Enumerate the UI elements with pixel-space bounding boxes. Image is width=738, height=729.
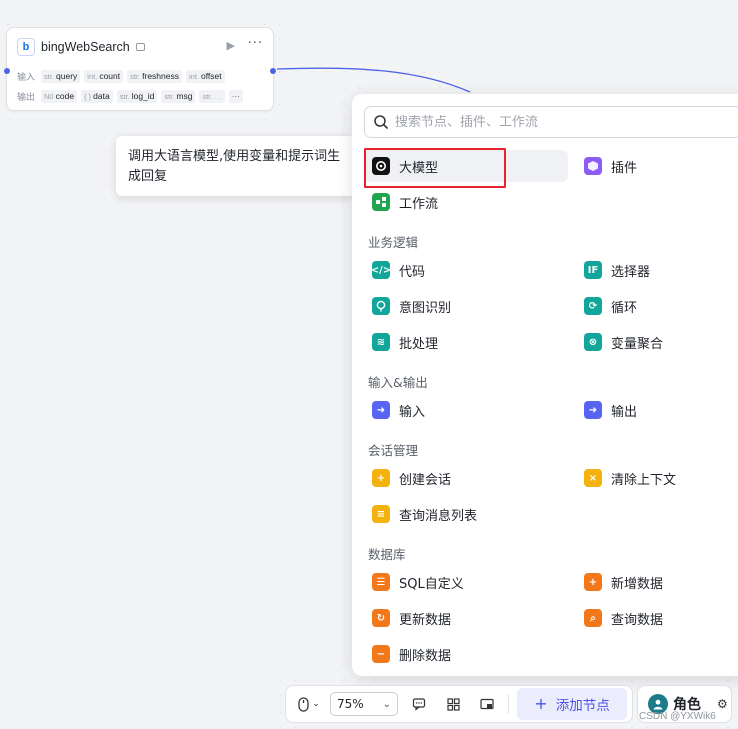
add-data-icon: + [584, 573, 602, 591]
node-item-code[interactable]: </> 代码 [364, 254, 568, 286]
workflow-icon [372, 193, 390, 211]
loop-icon: ⟳ [584, 297, 602, 315]
if-icon: IF [584, 261, 602, 279]
node-item-update-data[interactable]: ↻ 更新数据 [364, 602, 568, 634]
output-icon: ➜ [584, 401, 602, 419]
input-tag-offset: int. offset [185, 69, 225, 83]
node-item-sql-custom[interactable]: ☰ SQL自定义 [364, 566, 568, 598]
query-data-icon: ⌕ [584, 609, 602, 627]
grid-layout-icon [446, 697, 460, 711]
input-label: 输入 [17, 72, 36, 83]
section-title-input-output: 输入&输出 [368, 375, 428, 390]
node-input-port[interactable] [4, 68, 10, 74]
aggregate-icon: ⊗ [584, 333, 602, 351]
llm-highlight-box [364, 148, 506, 188]
output-label: 输出 [17, 92, 36, 103]
minimap-button[interactable] [470, 698, 504, 711]
search-icon [374, 115, 388, 129]
node-more-icon[interactable]: ··· [248, 36, 263, 51]
intent-icon [372, 297, 390, 315]
node-item-clear-context[interactable]: × 清除上下文 [576, 462, 738, 494]
node-item-variable-aggregate[interactable]: ⊗ 变量聚合 [576, 326, 738, 358]
section-title-session-management: 会话管理 [368, 443, 419, 458]
node-output-port[interactable] [270, 68, 276, 74]
zoom-select[interactable]: 75% ⌄ [330, 692, 398, 716]
node-item-query-message-list[interactable]: ≡ 查询消息列表 [364, 498, 568, 530]
code-icon: </> [371, 261, 391, 279]
settings-icon[interactable]: ⚙ [717, 697, 728, 711]
node-item-batch[interactable]: ≋ 批处理 [364, 326, 568, 358]
interaction-mode-button[interactable]: ⌄ [294, 696, 324, 712]
chevron-down-icon: ⌄ [312, 699, 320, 709]
update-data-icon: ↻ [372, 609, 390, 627]
layout-button[interactable] [436, 697, 470, 711]
section-title-database: 数据库 [368, 547, 406, 562]
bing-web-search-node[interactable]: b bingWebSearch ▶ ··· 输入 str. query int. c… [4, 27, 276, 111]
node-inputs-row: 输入 str. query int. count str. freshness int… [17, 69, 265, 83]
plus-icon: + [534, 694, 548, 713]
output-tag-log-id: str. log_id [116, 89, 158, 103]
add-node-panel: 大模型 插件 工作流 业务逻辑 </> 代码 IF 选择器 意图识别 ⟳ 循环 … [352, 94, 738, 676]
node-item-loop[interactable]: ⟳ 循环 [576, 290, 738, 322]
output-tag-data: { } data [81, 89, 113, 103]
node-item-add-data[interactable]: + 新增数据 [576, 566, 738, 598]
message-list-icon: ≡ [372, 505, 390, 523]
node-item-output[interactable]: ➜ 输出 [576, 394, 738, 426]
node-search-input[interactable] [395, 114, 738, 130]
input-tag-count: int. count [84, 69, 124, 83]
node-item-input[interactable]: ➜ 输入 [364, 394, 568, 426]
clear-context-icon: × [584, 469, 602, 487]
zoom-chevron-down-icon: ⌄ [382, 698, 391, 710]
plugin-icon [584, 157, 602, 175]
node-outputs-row: 输出 N0 code { } data str. log_id str. msg str… [17, 89, 265, 103]
node-search-box[interactable] [364, 106, 738, 138]
zoom-value: 75% [337, 697, 364, 711]
node-item-plugin[interactable]: 插件 [576, 150, 738, 182]
batch-icon: ≋ [372, 333, 390, 351]
delete-data-icon: − [372, 645, 390, 663]
toolbar-divider [508, 694, 509, 714]
node-item-create-session[interactable]: + 创建会话 [364, 462, 568, 494]
input-icon: ➜ [372, 401, 390, 419]
node-item-selector[interactable]: IF 选择器 [576, 254, 738, 286]
output-tag-truncated: str.... [199, 89, 225, 103]
comment-icon [412, 698, 426, 711]
section-title-business-logic: 业务逻辑 [368, 235, 419, 250]
add-node-button[interactable]: + 添加节点 [517, 688, 627, 720]
canvas-toolbar: ⌄ 75% ⌄ + 添加节点 [285, 685, 633, 723]
watermark: CSDN @YXWik6 [639, 711, 716, 722]
node-item-delete-data[interactable]: − 删除数据 [364, 638, 568, 670]
output-tag-code: N0 code [41, 89, 78, 103]
node-item-query-data[interactable]: ⌕ 查询数据 [576, 602, 738, 634]
input-tag-freshness: str. freshness [127, 69, 182, 83]
node-item-workflow[interactable]: 工作流 [364, 186, 568, 218]
bing-logo-icon: b [17, 38, 35, 56]
node-item-intent[interactable]: 意图识别 [364, 290, 568, 322]
node-title: bingWebSearch [41, 40, 130, 54]
sql-icon: ☰ [372, 573, 390, 591]
outputs-more-tag[interactable]: ··· [228, 89, 244, 103]
input-tag-query: str. query [41, 69, 81, 83]
mouse-icon [298, 696, 309, 712]
node-info-icon[interactable] [135, 43, 145, 51]
node-header: b bingWebSearch ▶ ··· [17, 36, 265, 57]
run-node-icon[interactable]: ▶ [227, 39, 235, 52]
add-node-label: 添加节点 [555, 698, 610, 714]
output-tag-msg: str. msg [161, 89, 196, 103]
llm-tooltip: 调用大语言模型,使用变量和提示词生成回复 [116, 136, 356, 196]
create-session-icon: + [372, 469, 390, 487]
minimap-icon [480, 698, 494, 709]
comment-button[interactable] [402, 697, 436, 711]
